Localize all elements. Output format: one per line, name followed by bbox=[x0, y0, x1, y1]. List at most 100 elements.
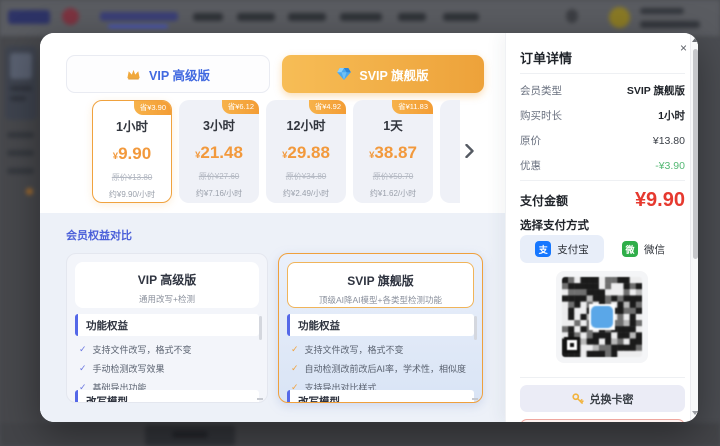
comparison-card-subtitle: 通用改写+检测 bbox=[75, 293, 259, 305]
benefit-section-header: 功能权益 bbox=[75, 314, 259, 336]
plan-hourly-rate: 约¥9.90/小时 bbox=[93, 189, 171, 200]
comparison-card-header: VIP 高级版 通用改写+检测 bbox=[75, 262, 259, 308]
plan-card-3h[interactable]: 省¥6.12 3小时 ¥21.48 原价¥27.60 约¥7.16/小时 bbox=[179, 100, 259, 203]
plan-card-12h[interactable]: 省¥4.92 12小时 ¥29.88 原价¥34.80 约¥2.49/小时 bbox=[266, 100, 346, 203]
order-row-discount: 优惠 -¥3.90 bbox=[520, 158, 685, 173]
tab-vip[interactable]: VIP 高级版 bbox=[66, 55, 270, 93]
plan-hourly-rate: 约¥7.16/小时 bbox=[179, 188, 259, 199]
benefit-item: ✓支持文件改写，格式不变 bbox=[79, 340, 253, 359]
pay-amount-value: ¥9.90 bbox=[635, 189, 685, 212]
plan-price: ¥29.88 bbox=[266, 143, 346, 163]
vip-purchase-modal: VIP 高级版 SVIP 旗舰版 省¥3.90 1小时 ¥9.90 原价¥13.… bbox=[40, 33, 698, 422]
benefit-item: ✓自动检测改前改后AI率，学术性，相似度 bbox=[291, 359, 468, 378]
comparison-card-subtitle: 顶级AI降AI模型+各类型检测功能 bbox=[288, 294, 473, 306]
sidebar-card-line bbox=[10, 96, 26, 101]
blurred-user-text bbox=[640, 8, 684, 14]
benefits-scrollbar[interactable] bbox=[259, 316, 262, 340]
sidebar-card-line bbox=[10, 86, 32, 91]
tab-svip[interactable]: SVIP 旗舰版 bbox=[282, 55, 484, 93]
clipped-action-button[interactable] bbox=[520, 419, 685, 422]
plan-card-1h[interactable]: 省¥3.90 1小时 ¥9.90 原价¥13.80 约¥9.90/小时 bbox=[92, 100, 172, 203]
check-icon: ✓ bbox=[291, 363, 299, 374]
plan-duration: 3小时 bbox=[179, 115, 259, 134]
divider bbox=[520, 377, 685, 378]
payment-qr-container bbox=[556, 271, 648, 363]
sidebar-card-icon bbox=[10, 53, 32, 79]
plan-price: ¥9.90 bbox=[93, 144, 171, 164]
blurred-bottom-label bbox=[172, 431, 208, 438]
blurred-nav-underline bbox=[108, 25, 168, 28]
modal-scrollbar[interactable] bbox=[690, 33, 698, 422]
close-icon[interactable]: × bbox=[680, 42, 687, 54]
sidebar-row bbox=[7, 132, 34, 138]
benefits-comparison-section: 会员权益对比 VIP 高级版 通用改写+检测 功能权益 ✓支持文件改写，格式不变… bbox=[40, 213, 505, 422]
alipay-button[interactable]: 支 支付宝 bbox=[520, 235, 604, 263]
plan-selection-pane: VIP 高级版 SVIP 旗舰版 省¥3.90 1小时 ¥9.90 原价¥13.… bbox=[40, 33, 505, 422]
diamond-icon bbox=[337, 68, 351, 80]
save-badge: 省¥3.90 bbox=[134, 101, 171, 115]
tab-svip-label: SVIP 旗舰版 bbox=[359, 65, 428, 84]
scroll-up-icon[interactable] bbox=[692, 38, 698, 42]
wechat-button[interactable]: 微 微信 bbox=[622, 235, 684, 263]
order-row-duration: 购买时长 1小时 bbox=[520, 108, 685, 123]
check-icon: ✓ bbox=[79, 344, 87, 355]
divider bbox=[520, 73, 685, 74]
plan-original-price: 原价¥50.70 bbox=[353, 171, 433, 182]
blurred-nav-item bbox=[398, 13, 426, 21]
nav-badge-icon bbox=[62, 8, 79, 25]
comparison-card-name: VIP 高级版 bbox=[75, 271, 259, 288]
benefit-item: ✓支持文件改写，格式不变 bbox=[291, 340, 468, 359]
blurred-user-text bbox=[640, 21, 700, 28]
sidebar-dot bbox=[26, 188, 33, 195]
plan-original-price: 原价¥34.80 bbox=[266, 171, 346, 182]
comparison-card-header: SVIP 旗舰版 顶级AI降AI模型+各类型检测功能 bbox=[287, 262, 474, 308]
benefit-section-header-clipped: 改写模型 bbox=[75, 390, 259, 403]
qr-code bbox=[562, 277, 642, 357]
screen: VIP 高级版 SVIP 旗舰版 省¥3.90 1小时 ¥9.90 原价¥13.… bbox=[0, 0, 720, 446]
order-details-pane: × 订单详情 会员类型 SVIP 旗舰版 购买时长 1小时 原价 ¥13.80 … bbox=[505, 33, 698, 422]
plan-duration: 1小时 bbox=[93, 116, 171, 135]
next-plans-button[interactable] bbox=[458, 138, 480, 164]
plan-card-1d[interactable]: 省¥11.83 1天 ¥38.87 原价¥50.70 约¥1.62/小时 bbox=[353, 100, 433, 203]
plan-card-partial[interactable] bbox=[440, 100, 460, 203]
user-avatar bbox=[609, 7, 630, 28]
scrollbar-thumb[interactable] bbox=[693, 49, 698, 259]
key-icon bbox=[572, 393, 584, 405]
chevron-right-icon bbox=[465, 144, 474, 158]
plan-original-price: 原价¥13.80 bbox=[93, 172, 171, 183]
scroll-down-icon[interactable] bbox=[692, 411, 698, 415]
blurred-nav-item bbox=[100, 12, 178, 21]
check-icon: ✓ bbox=[291, 344, 299, 355]
plan-hourly-rate: 约¥1.62/小时 bbox=[353, 188, 433, 199]
divider bbox=[520, 180, 685, 181]
redeem-card-key-button[interactable]: 兑换卡密 bbox=[520, 385, 685, 412]
save-badge: 省¥6.12 bbox=[222, 100, 259, 114]
wechat-icon: 微 bbox=[622, 241, 638, 257]
order-row-amount: 支付金额 ¥9.90 bbox=[520, 188, 685, 212]
page-bottom bbox=[0, 423, 720, 446]
blurred-nav-item bbox=[443, 13, 479, 21]
benefit-section-header: 功能权益 bbox=[287, 314, 474, 336]
blurred-nav-item bbox=[193, 13, 223, 21]
nav-logo bbox=[8, 10, 50, 24]
benefit-section-header-clipped: 改写模型 bbox=[287, 390, 474, 403]
comparison-card-name: SVIP 旗舰版 bbox=[288, 272, 473, 289]
blurred-nav-item bbox=[340, 13, 382, 21]
comparison-card-vip: VIP 高级版 通用改写+检测 功能权益 ✓支持文件改写，格式不变 ✓手动检测改… bbox=[66, 253, 268, 403]
order-details-title: 订单详情 bbox=[520, 48, 572, 67]
blurred-nav-item bbox=[237, 13, 275, 21]
comparison-card-svip: SVIP 旗舰版 顶级AI降AI模型+各类型检测功能 功能权益 ✓支持文件改写，… bbox=[278, 253, 483, 403]
crown-icon bbox=[126, 68, 141, 80]
plan-duration: 1天 bbox=[353, 115, 433, 134]
save-badge: 省¥11.83 bbox=[392, 100, 433, 114]
tab-vip-label: VIP 高级版 bbox=[149, 65, 210, 84]
save-badge: 省¥4.92 bbox=[309, 100, 346, 114]
benefits-scrollbar[interactable] bbox=[474, 316, 477, 340]
order-row-original-price: 原价 ¥13.80 bbox=[520, 133, 685, 148]
plan-original-price: 原价¥27.60 bbox=[179, 171, 259, 182]
comparison-title: 会员权益对比 bbox=[66, 227, 132, 243]
payment-method-title: 选择支付方式 bbox=[520, 217, 589, 233]
plan-price: ¥21.48 bbox=[179, 143, 259, 163]
order-row-member-type: 会员类型 SVIP 旗舰版 bbox=[520, 83, 685, 98]
benefits-scrollbar-end bbox=[472, 398, 478, 400]
